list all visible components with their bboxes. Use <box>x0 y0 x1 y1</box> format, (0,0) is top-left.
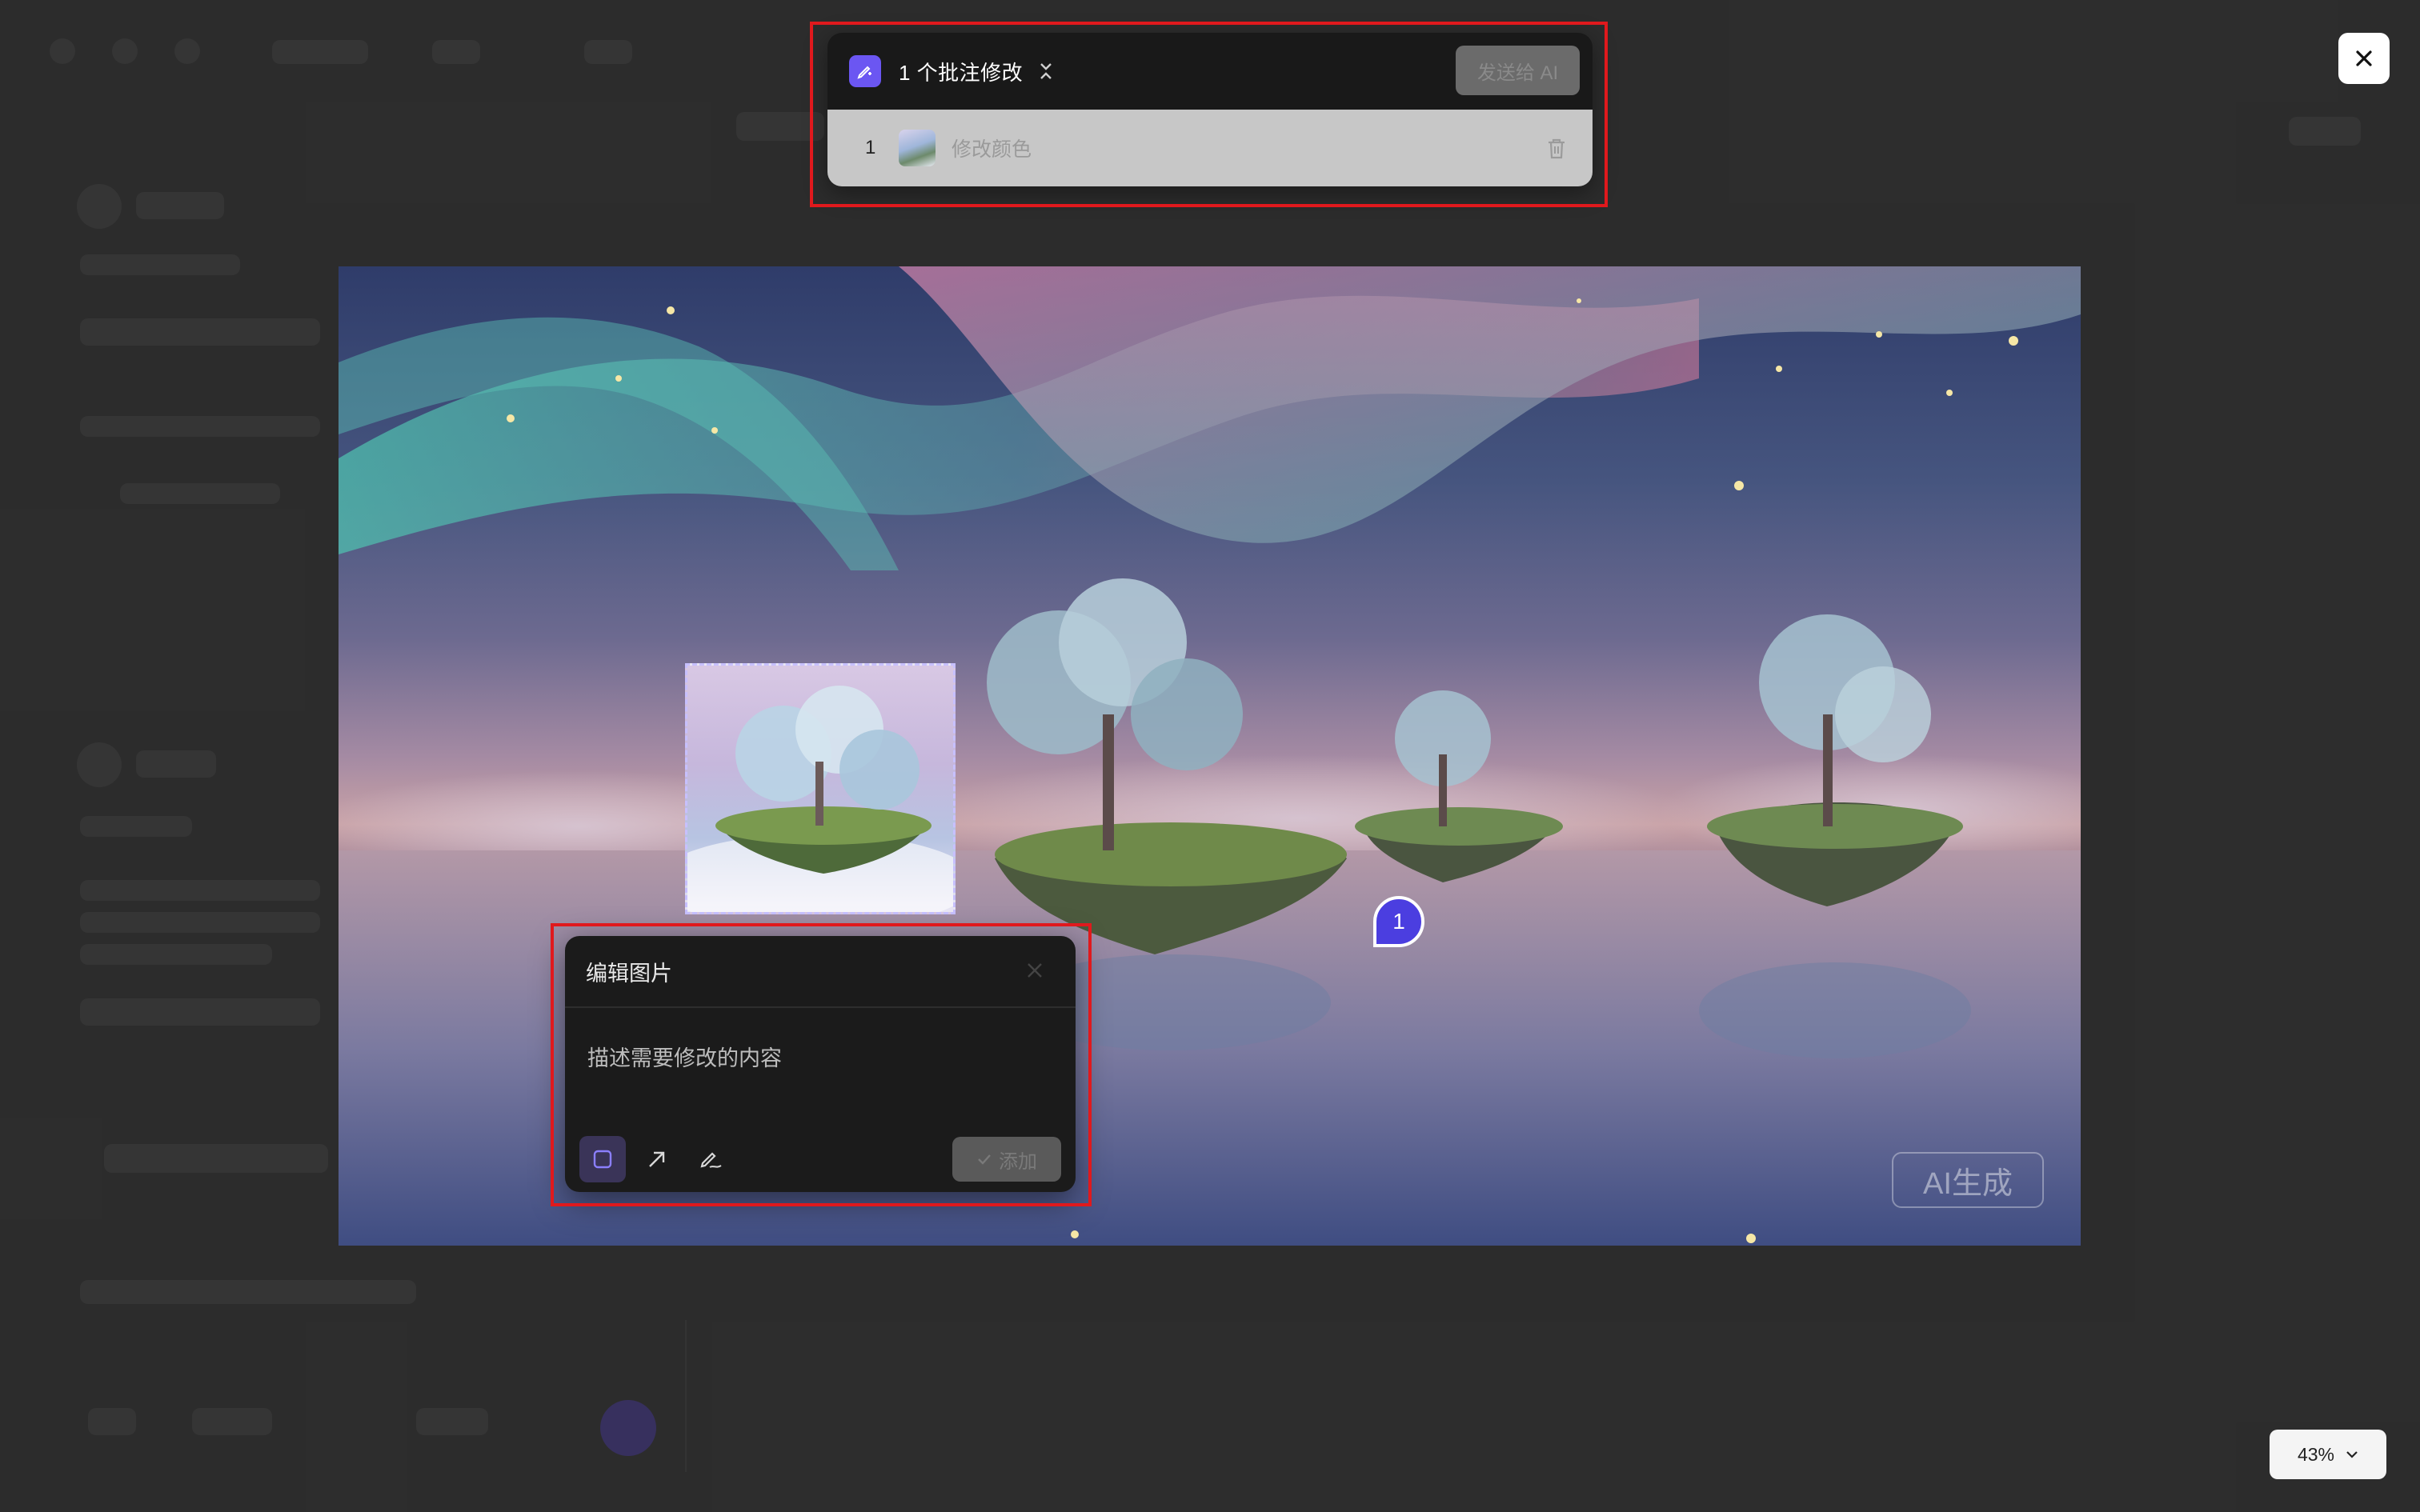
check-icon <box>978 1154 991 1165</box>
zoom-level-dropdown[interactable]: 43% <box>2270 1430 2386 1479</box>
edit-popover-header: 编辑图片 <box>565 936 1076 1008</box>
rectangle-tool-icon <box>593 1150 612 1169</box>
edit-description-input[interactable] <box>586 1026 1053 1091</box>
annotation-panel: 1 个批注修改 发送给 AI 1 修改颜色 <box>827 33 1593 186</box>
collapse-chevron-icon[interactable] <box>1037 61 1055 82</box>
annotation-item[interactable]: 1 修改颜色 <box>827 110 1593 186</box>
ai-generated-watermark: AI生成 <box>1892 1152 2044 1208</box>
selected-region[interactable] <box>685 663 956 914</box>
send-to-ai-button[interactable]: 发送给 AI <box>1456 46 1580 95</box>
annotation-header: 1 个批注修改 发送给 AI <box>827 33 1593 110</box>
close-button[interactable] <box>2338 33 2390 84</box>
annotation-item-index: 1 <box>865 137 876 158</box>
pen-tool-button[interactable] <box>688 1136 735 1182</box>
annotation-item-text: 修改颜色 <box>952 138 1032 161</box>
add-button-label: 添加 <box>999 1150 1037 1173</box>
edit-image-popover: 编辑图片 添加 <box>565 936 1076 1192</box>
zoom-level-value: 43% <box>2297 1443 2335 1465</box>
annotation-item-thumbnail <box>899 130 936 166</box>
annotation-pen-icon <box>849 55 881 87</box>
trash-icon[interactable] <box>1546 137 1567 161</box>
annotation-count-title: 1 个批注修改 <box>899 60 1024 85</box>
pen-tool-icon <box>700 1152 722 1168</box>
edit-popover-title: 编辑图片 <box>586 961 672 986</box>
annotation-marker-pin[interactable]: 1 <box>1373 896 1424 947</box>
chevron-down-icon <box>2346 1451 2358 1458</box>
arrow-tool-icon <box>649 1151 665 1167</box>
arrow-tool-button[interactable] <box>634 1136 680 1182</box>
add-annotation-button[interactable]: 添加 <box>952 1137 1061 1182</box>
selected-region-illustration <box>687 686 953 912</box>
rectangle-tool-button[interactable] <box>579 1136 626 1182</box>
close-icon[interactable] <box>1026 962 1044 979</box>
close-icon <box>2356 50 2372 66</box>
